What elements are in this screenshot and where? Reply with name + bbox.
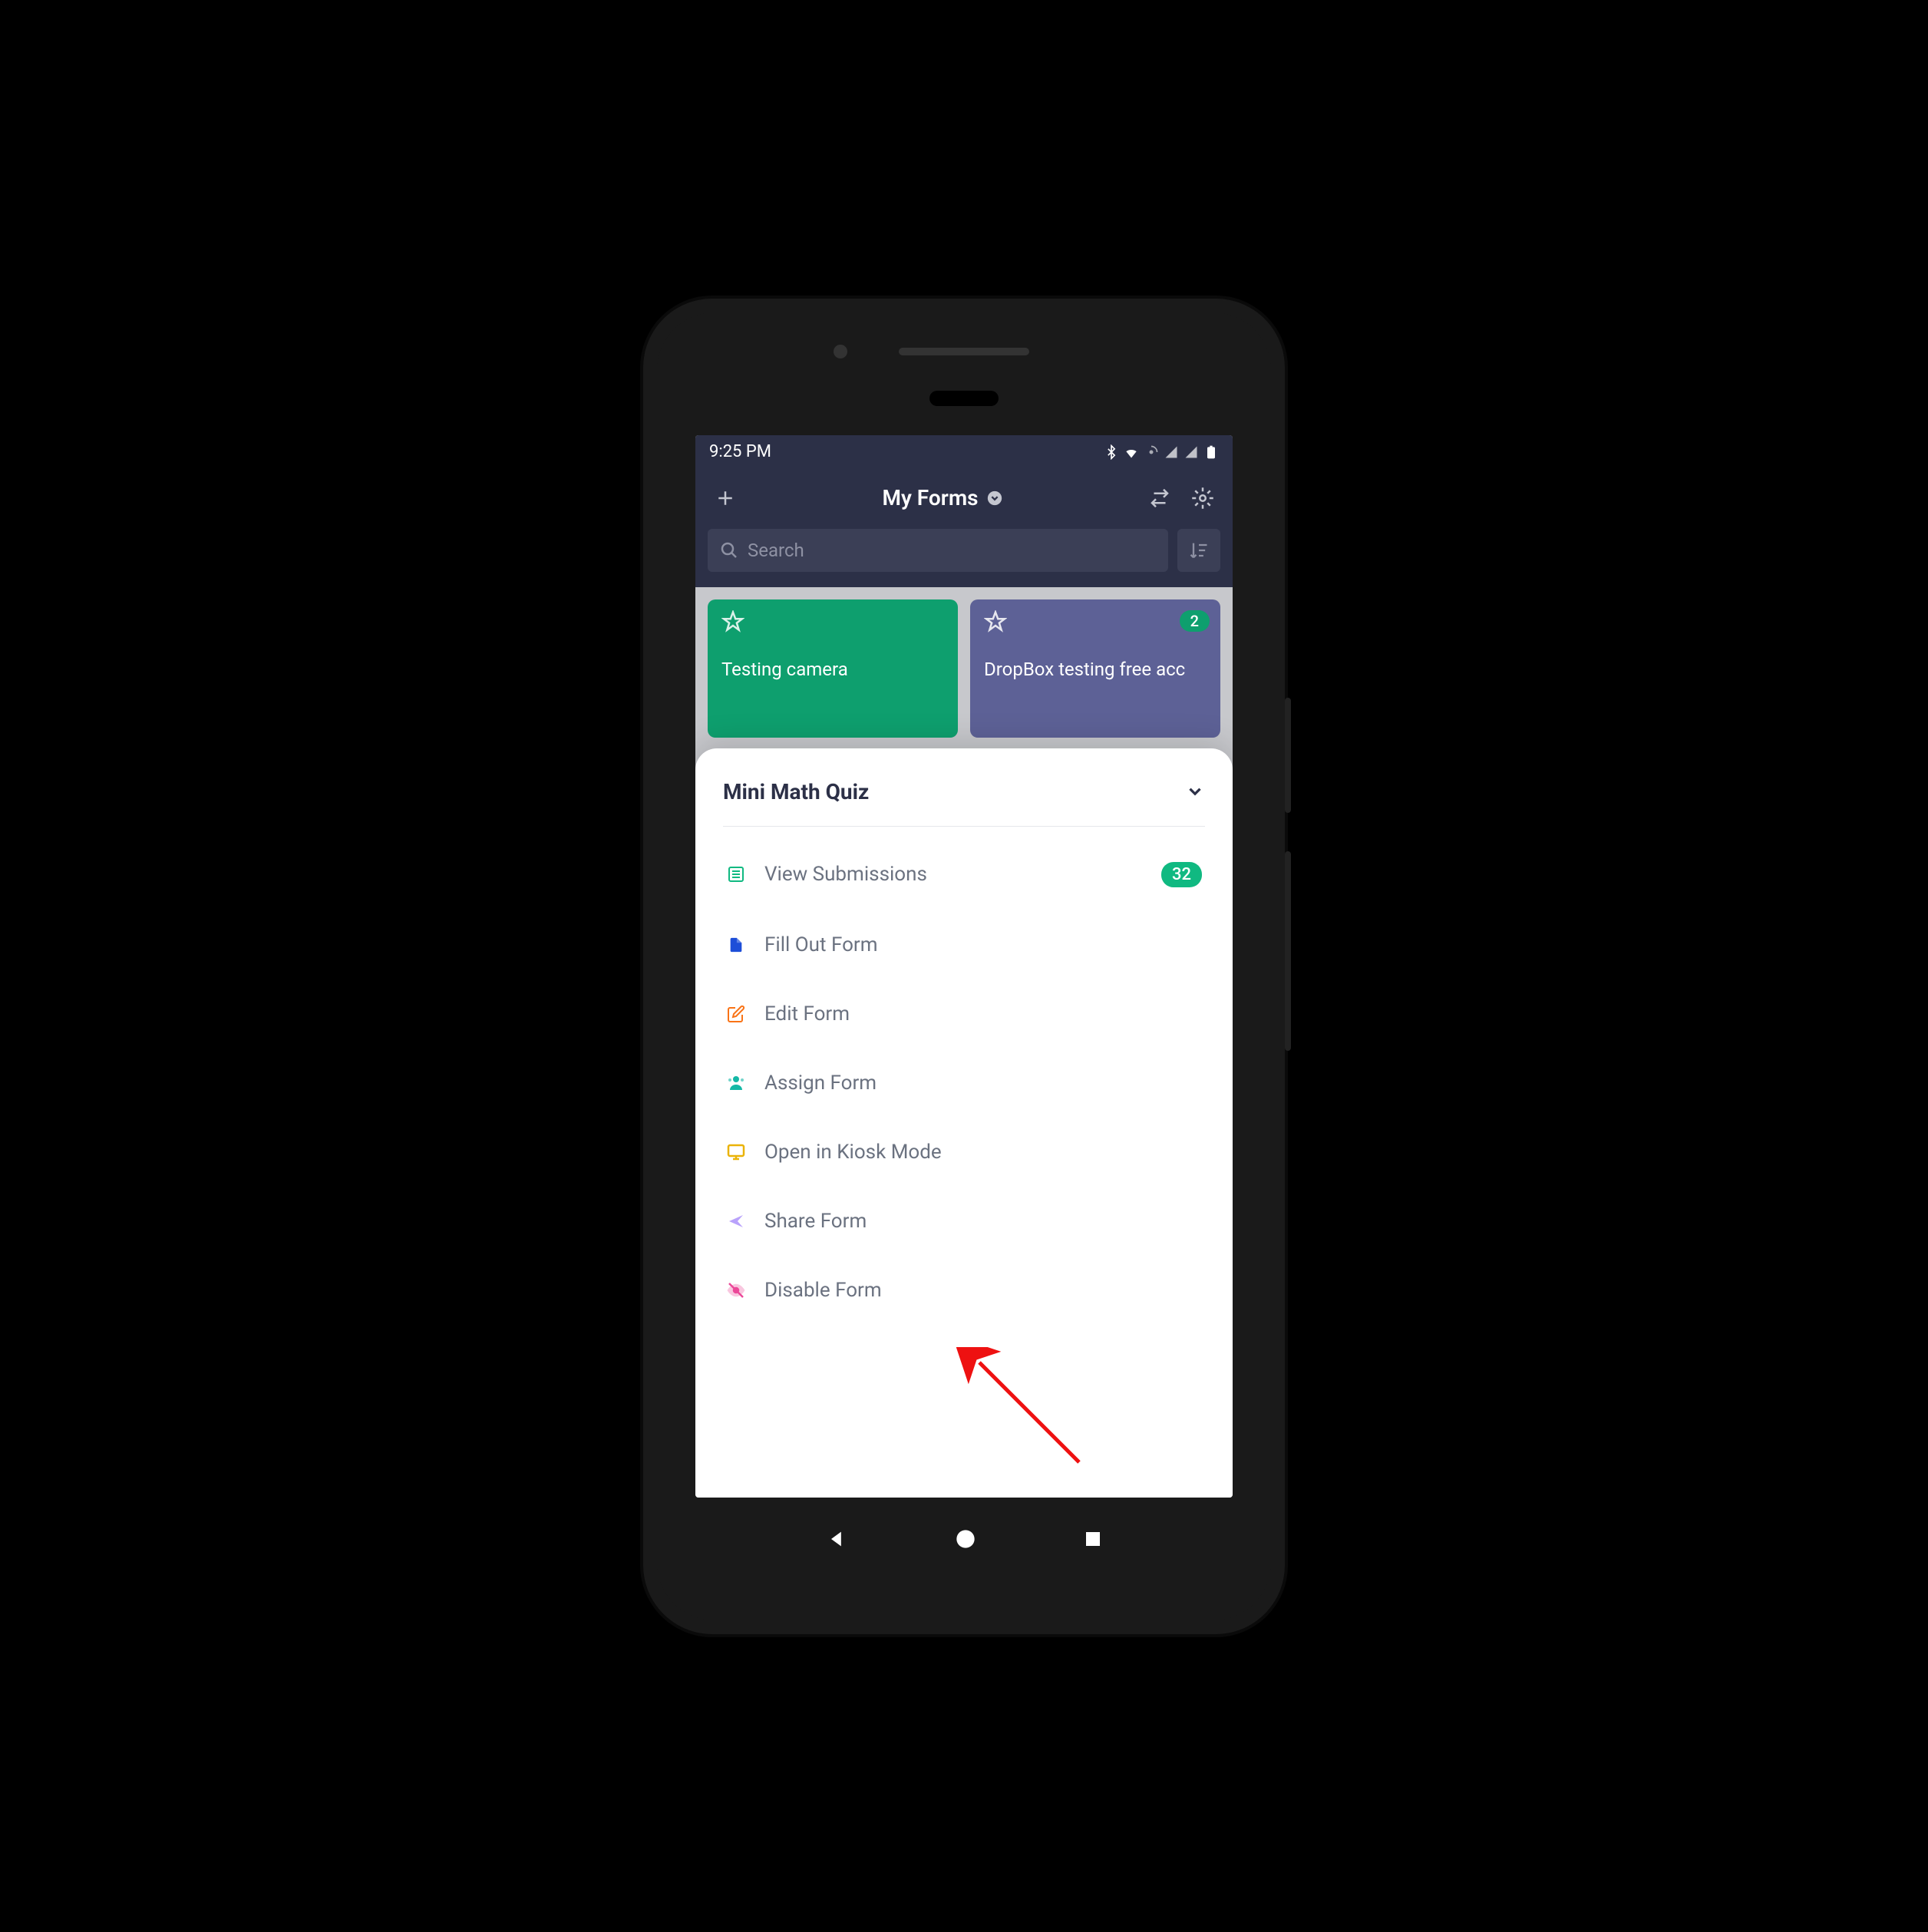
cards-row: Testing camera 2 DropBox testing free ac…: [695, 587, 1233, 750]
menu-open-kiosk-mode[interactable]: Open in Kiosk Mode: [723, 1118, 1205, 1187]
screen: 9:25 PM My Forms: [695, 435, 1233, 1498]
status-time: 9:25 PM: [709, 442, 771, 461]
menu-share-form[interactable]: Share Form: [723, 1187, 1205, 1256]
sort-button[interactable]: [1177, 529, 1220, 572]
document-icon: [726, 935, 746, 955]
sheet-title: Mini Math Quiz: [723, 779, 869, 804]
sort-icon: [1188, 540, 1210, 561]
monitor-icon: [726, 1142, 746, 1162]
battery-icon: [1203, 444, 1219, 460]
home-button[interactable]: [955, 1528, 976, 1550]
star-icon[interactable]: [984, 610, 1007, 633]
header-title-button[interactable]: My Forms: [882, 485, 1002, 510]
chevron-down-icon: [1185, 781, 1205, 801]
menu-label: Edit Form: [764, 1002, 1202, 1025]
add-button[interactable]: [712, 485, 738, 511]
square-recent-icon: [1084, 1530, 1102, 1548]
recent-button[interactable]: [1084, 1530, 1102, 1548]
list-icon: [726, 864, 746, 884]
action-sheet: Mini Math Quiz View Submissions 32: [695, 748, 1233, 1498]
form-card[interactable]: 2 DropBox testing free acc: [970, 599, 1220, 738]
triangle-back-icon: [826, 1528, 847, 1550]
sheet-header[interactable]: Mini Math Quiz: [723, 779, 1205, 827]
signal-icon: [1164, 444, 1179, 460]
nfc-icon: [1144, 444, 1159, 460]
user-group-icon: [726, 1073, 746, 1093]
gear-icon: [1191, 487, 1214, 510]
card-badge: 2: [1180, 610, 1210, 632]
menu-assign-form[interactable]: Assign Form: [723, 1049, 1205, 1118]
menu-label: Open in Kiosk Mode: [764, 1141, 1202, 1164]
page-title: My Forms: [882, 485, 978, 510]
back-button[interactable]: [826, 1528, 847, 1550]
phone-frame: 9:25 PM My Forms: [643, 299, 1285, 1634]
arrow-annotation: [956, 1347, 1094, 1485]
chevron-down-circle-icon: [986, 490, 1003, 507]
edit-icon: [726, 1004, 746, 1024]
form-card[interactable]: Testing camera: [708, 599, 958, 738]
power-button: [1285, 698, 1291, 813]
menu-label: Assign Form: [764, 1072, 1202, 1095]
app-header: My Forms: [695, 469, 1233, 527]
android-nav: [695, 1504, 1233, 1574]
search-icon: [720, 541, 738, 560]
search-placeholder: Search: [748, 540, 804, 561]
settings-button[interactable]: [1190, 485, 1216, 511]
bluetooth-icon: [1104, 444, 1119, 460]
star-icon[interactable]: [721, 610, 744, 633]
share-icon: [726, 1211, 746, 1231]
signal-2-icon: [1184, 444, 1199, 460]
sync-button[interactable]: [1147, 485, 1173, 511]
circle-home-icon: [955, 1528, 976, 1550]
front-camera: [834, 345, 847, 358]
menu-label: Disable Form: [764, 1279, 1202, 1302]
volume-button: [1285, 851, 1291, 1051]
swap-icon: [1148, 487, 1171, 510]
status-icons: [1104, 444, 1219, 460]
search-input[interactable]: Search: [708, 529, 1168, 572]
earpiece-pill: [929, 391, 999, 406]
menu-fill-out-form[interactable]: Fill Out Form: [723, 910, 1205, 979]
card-title: Testing camera: [721, 658, 944, 682]
submissions-badge: 32: [1161, 862, 1202, 887]
plus-icon: [714, 487, 737, 510]
menu-disable-form[interactable]: Disable Form: [723, 1256, 1205, 1325]
status-bar: 9:25 PM: [695, 435, 1233, 469]
menu-label: Share Form: [764, 1210, 1202, 1233]
menu-label: Fill Out Form: [764, 933, 1202, 956]
eye-off-icon: [726, 1280, 746, 1300]
speaker-grille: [899, 348, 1029, 355]
menu-edit-form[interactable]: Edit Form: [723, 979, 1205, 1049]
menu-label: View Submissions: [764, 863, 1143, 886]
search-row: Search: [695, 527, 1233, 587]
wifi-icon: [1124, 444, 1139, 460]
card-title: DropBox testing free acc: [984, 658, 1207, 682]
menu-view-submissions[interactable]: View Submissions 32: [723, 839, 1205, 910]
